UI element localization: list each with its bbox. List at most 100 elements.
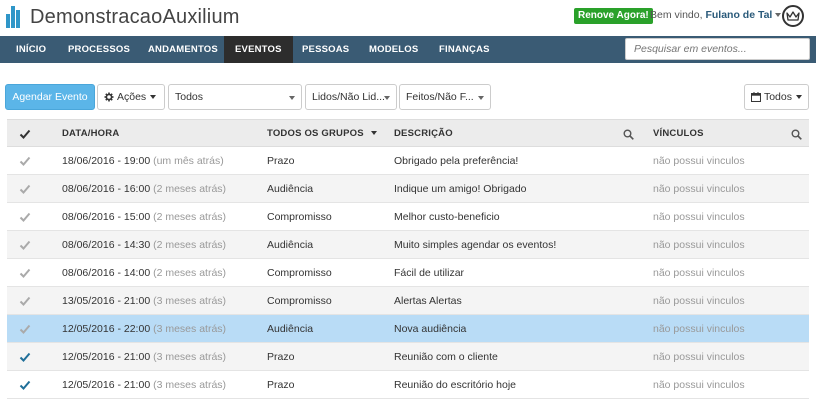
- done-filter-value: Feitos/Não F...: [406, 91, 474, 103]
- row-relative-time: (2 meses atrás): [153, 183, 227, 195]
- row-description[interactable]: Nova audiência: [394, 315, 466, 343]
- group-filter-select[interactable]: Todos: [168, 84, 302, 110]
- calendar-icon: [751, 92, 761, 102]
- nav-item-modelos[interactable]: MODELOS: [358, 36, 429, 63]
- row-description[interactable]: Obrigado pela preferência!: [394, 147, 518, 175]
- done-check-icon[interactable]: [19, 323, 31, 335]
- search-links-icon[interactable]: [791, 129, 802, 140]
- nav-item-financas[interactable]: FINANÇAS: [428, 36, 501, 63]
- row-group: Audiência: [267, 183, 314, 195]
- nav-item-pessoas[interactable]: PESSOAS: [291, 36, 360, 63]
- row-relative-time: (3 meses atrás): [153, 295, 227, 307]
- crown-glyph-icon: [786, 11, 800, 21]
- chevron-down-icon: [384, 96, 390, 100]
- row-datetime: 08/06/2016 - 16:00 (2 meses atrás): [62, 175, 226, 203]
- schedule-event-button[interactable]: Agendar Evento: [5, 84, 95, 110]
- done-check-icon[interactable]: [19, 183, 31, 195]
- column-groups-label: TODOS OS GRUPOS: [267, 128, 364, 139]
- row-date: 12/05/2016 - 21:00: [62, 351, 151, 363]
- row-relative-time: (2 meses atrás): [153, 239, 227, 251]
- done-check-icon[interactable]: [19, 239, 31, 251]
- search-description-icon[interactable]: [623, 129, 634, 140]
- row-description[interactable]: Alertas Alertas: [394, 287, 462, 315]
- user-name[interactable]: Fulano de Tal: [705, 9, 772, 21]
- actions-label: Ações: [117, 91, 147, 103]
- row-date: 18/06/2016 - 19:00: [62, 155, 151, 167]
- events-table-header: DATA/HORA TODOS OS GRUPOS DESCRIÇÃO VÍNC…: [7, 119, 809, 147]
- table-row[interactable]: 08/06/2016 - 15:00 (2 meses atrás) Compro…: [7, 203, 809, 231]
- table-row[interactable]: 08/06/2016 - 14:00 (2 meses atrás) Compro…: [7, 259, 809, 287]
- row-date: 12/05/2016 - 21:00: [62, 379, 151, 391]
- row-description[interactable]: Melhor custo-beneficio: [394, 203, 500, 231]
- row-group: Compromisso: [267, 295, 332, 307]
- column-description[interactable]: DESCRIÇÃO: [394, 120, 453, 148]
- nav-item-inicio[interactable]: INÍCIO: [5, 36, 57, 63]
- row-datetime: 13/05/2016 - 21:00 (3 meses atrás): [62, 287, 226, 315]
- row-group: Compromisso: [267, 267, 332, 279]
- done-check-icon[interactable]: [19, 155, 31, 167]
- row-links: não possui vinculos: [653, 239, 745, 251]
- table-row[interactable]: 13/05/2016 - 21:00 (3 meses atrás) Compro…: [7, 287, 809, 315]
- row-description[interactable]: Fácil de utilizar: [394, 259, 464, 287]
- row-datetime: 08/06/2016 - 15:00 (2 meses atrás): [62, 203, 226, 231]
- row-links: não possui vinculos: [653, 211, 745, 223]
- row-datetime: 08/06/2016 - 14:00 (2 meses atrás): [62, 259, 226, 287]
- row-links: não possui vinculos: [653, 267, 745, 279]
- event-search-input[interactable]: [625, 38, 810, 60]
- chevron-down-icon: [289, 96, 295, 100]
- app-logo[interactable]: DemonstracaoAuxilium: [6, 6, 240, 28]
- row-links: não possui vinculos: [653, 379, 745, 391]
- done-check-icon[interactable]: [19, 351, 31, 363]
- nav-item-processos[interactable]: PROCESSOS: [57, 36, 141, 63]
- row-description[interactable]: Reunião com o cliente: [394, 343, 498, 371]
- read-filter-select[interactable]: Lidos/Não Lid...: [305, 84, 397, 110]
- row-group: Prazo: [267, 155, 295, 167]
- calendar-filter-button[interactable]: Todos: [744, 84, 809, 110]
- row-datetime: 12/05/2016 - 21:00 (3 meses atrás): [62, 371, 226, 399]
- done-check-icon[interactable]: [19, 295, 31, 307]
- nav-item-eventos[interactable]: EVENTOS: [224, 36, 293, 63]
- welcome-text[interactable]: Bem vindo, Fulano de Tal: [650, 9, 782, 21]
- row-description[interactable]: Indique um amigo! Obrigado: [394, 175, 527, 203]
- select-all-check-icon[interactable]: [19, 128, 31, 140]
- done-check-icon[interactable]: [19, 267, 31, 279]
- group-filter-value: Todos: [175, 91, 204, 103]
- crown-icon[interactable]: [782, 5, 804, 27]
- row-relative-time: (um mês atrás): [153, 155, 224, 167]
- table-row[interactable]: 12/05/2016 - 22:00 (3 meses atrás) Audiên…: [7, 315, 809, 343]
- row-links: não possui vinculos: [653, 183, 745, 195]
- table-row[interactable]: 12/05/2016 - 21:00 (3 meses atrás) Prazo R…: [7, 371, 809, 399]
- column-datetime[interactable]: DATA/HORA: [62, 120, 119, 148]
- actions-button[interactable]: Ações: [97, 84, 165, 110]
- calendar-filter-label: Todos: [763, 91, 792, 103]
- column-groups[interactable]: TODOS OS GRUPOS: [267, 120, 377, 148]
- user-caret-icon: [775, 13, 782, 18]
- row-group: Audiência: [267, 239, 314, 251]
- done-filter-select[interactable]: Feitos/Não F...: [399, 84, 491, 110]
- row-date: 08/06/2016 - 16:00: [62, 183, 151, 195]
- renew-button[interactable]: Renove Agora!: [574, 8, 653, 24]
- table-row[interactable]: 08/06/2016 - 16:00 (2 meses atrás) Audiên…: [7, 175, 809, 203]
- done-check-icon[interactable]: [19, 379, 31, 391]
- row-relative-time: (3 meses atrás): [153, 351, 227, 363]
- row-group: Prazo: [267, 351, 295, 363]
- row-date: 13/05/2016 - 21:00: [62, 295, 151, 307]
- row-group: Audiência: [267, 323, 314, 335]
- row-datetime: 12/05/2016 - 21:00 (3 meses atrás): [62, 343, 226, 371]
- table-row[interactable]: 12/05/2016 - 21:00 (3 meses atrás) Prazo R…: [7, 343, 809, 371]
- row-date: 12/05/2016 - 22:00: [62, 323, 151, 335]
- row-links: não possui vinculos: [653, 155, 745, 167]
- nav-item-andamentos[interactable]: ANDAMENTOS: [137, 36, 229, 63]
- table-row[interactable]: 08/06/2016 - 14:30 (2 meses atrás) Audiên…: [7, 231, 809, 259]
- actions-caret-icon: [150, 95, 157, 99]
- row-description[interactable]: Muito simples agendar os eventos!: [394, 231, 556, 259]
- row-datetime: 08/06/2016 - 14:30 (2 meses atrás): [62, 231, 226, 259]
- column-links[interactable]: VÍNCULOS: [653, 120, 704, 148]
- row-relative-time: (2 meses atrás): [153, 267, 227, 279]
- table-row[interactable]: 18/06/2016 - 19:00 (um mês atrás) Prazo Ob…: [7, 147, 809, 175]
- logo-bars-icon: [6, 6, 24, 28]
- done-check-icon[interactable]: [19, 211, 31, 223]
- row-group: Prazo: [267, 379, 295, 391]
- row-description[interactable]: Reunião do escritório hoje: [394, 371, 516, 399]
- row-datetime: 12/05/2016 - 22:00 (3 meses atrás): [62, 315, 226, 343]
